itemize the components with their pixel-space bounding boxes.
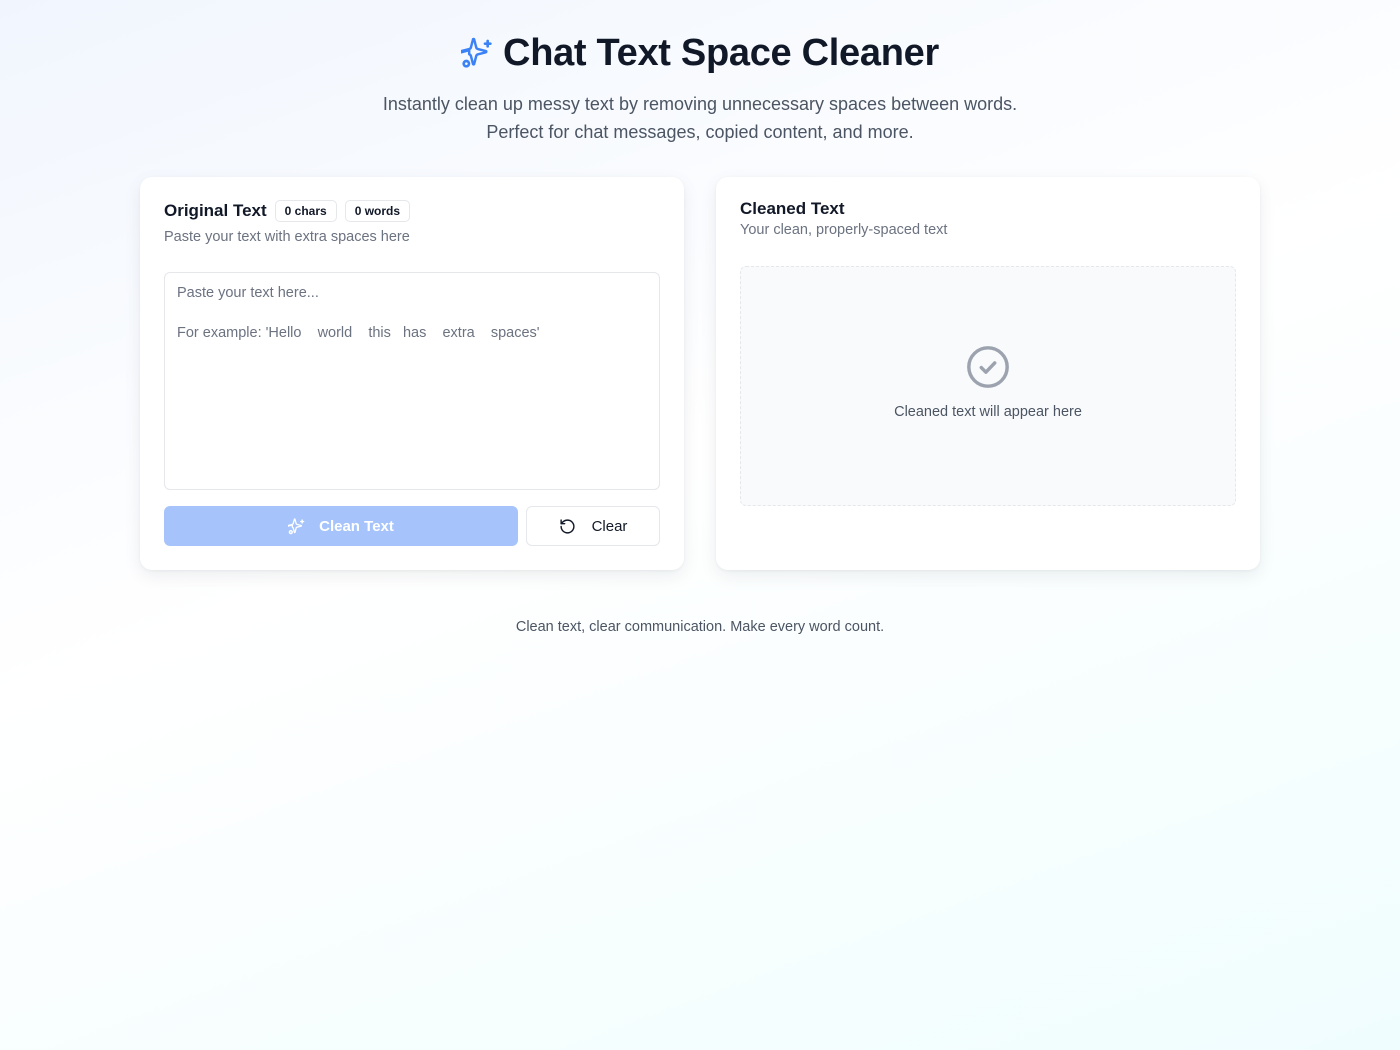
clean-text-button[interactable]: Clean Text	[164, 506, 518, 546]
original-text-card: Original Text 0 chars 0 words Paste your…	[140, 177, 684, 570]
char-count-badge: 0 chars	[274, 200, 337, 222]
cleaned-text-title: Cleaned Text	[740, 199, 845, 218]
original-text-header: Original Text 0 chars 0 words Paste your…	[164, 200, 411, 245]
clear-button[interactable]: Clear	[526, 506, 660, 546]
title-row: Chat Text Space Cleaner	[0, 30, 1400, 76]
footer-text: Clean text, clear communication. Make ev…	[515, 619, 885, 635]
original-text-title: Original Text	[164, 201, 267, 220]
cleaned-text-card: Cleaned Text Your clean, properly-spaced…	[716, 177, 1260, 570]
clear-button-label: Clear	[591, 517, 628, 535]
original-text-input[interactable]	[164, 272, 660, 490]
rotate-ccw-icon	[559, 518, 576, 535]
cleaned-text-subtitle: Your clean, properly-spaced text	[740, 222, 948, 238]
original-text-subtitle: Paste your text with extra spaces here	[164, 229, 410, 245]
cleaned-text-placeholder: Cleaned text will appear here	[894, 404, 1082, 420]
cleaned-text-header: Cleaned Text Your clean, properly-spaced…	[740, 199, 947, 238]
sparkles-icon	[288, 517, 305, 535]
clean-text-button-label: Clean Text	[319, 517, 394, 535]
page-header: Chat Text Space Cleaner Instantly clean …	[0, 30, 1400, 146]
page-subtitle: Instantly clean up messy text by removin…	[382, 94, 1018, 142]
cleaned-text-output: Cleaned text will appear here	[740, 266, 1236, 506]
word-count-badge: 0 words	[344, 200, 411, 222]
original-text-title-row: Original Text 0 chars 0 words	[164, 200, 411, 222]
page-title: Chat Text Space Cleaner	[503, 31, 939, 74]
check-circle-icon	[965, 344, 1011, 390]
sparkles-icon	[461, 37, 493, 69]
